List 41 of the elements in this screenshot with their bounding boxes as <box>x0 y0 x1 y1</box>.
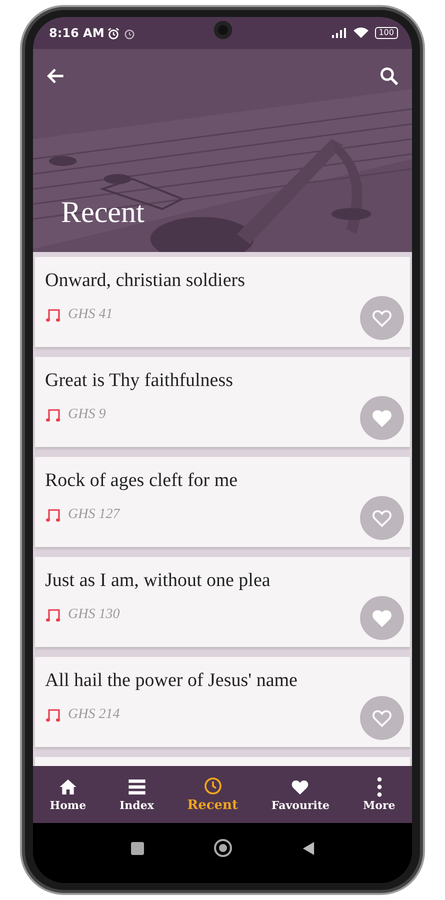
nav-tab[interactable]: Index <box>115 777 158 812</box>
hymn-number: GHS 130 <box>68 607 120 623</box>
music-note-icon <box>45 707 61 723</box>
music-note-icon <box>45 407 61 423</box>
page-title: Recent <box>60 196 146 231</box>
home-icon <box>58 777 78 797</box>
list-icon <box>126 777 147 797</box>
recent-apps-button[interactable] <box>130 842 144 854</box>
status-time: 8:16 AM <box>49 26 104 40</box>
hymn-number: GHS 214 <box>68 707 120 723</box>
hymn-card[interactable]: Great is Thy faithfulness GHS 9 <box>35 357 410 447</box>
more-dots-icon <box>376 777 382 797</box>
hymn-number: GHS 127 <box>68 507 120 523</box>
alarm-clock-icon <box>123 26 136 40</box>
wifi-icon <box>352 27 369 39</box>
nav-tab[interactable]: Home <box>46 777 90 812</box>
camera-hole <box>214 21 232 39</box>
battery-icon: 100 <box>374 27 398 39</box>
home-button[interactable] <box>214 839 232 857</box>
hymn-card[interactable]: Just as I am, without one plea GHS 130 <box>35 557 410 647</box>
hymn-card[interactable]: All hail the power of Jesus' name GHS 214 <box>35 657 410 747</box>
nav-tab[interactable]: More <box>358 777 400 812</box>
hymn-number: GHS 41 <box>68 307 113 323</box>
hymn-card[interactable]: Onward, christian soldiers GHS 41 <box>35 257 410 347</box>
hymn-title: All hail the power of Jesus' name <box>45 670 298 692</box>
back-button[interactable] <box>302 840 314 856</box>
search-icon[interactable] <box>378 65 400 87</box>
signal-icon <box>330 27 347 39</box>
alarm-clock-icon <box>107 26 120 40</box>
clock-icon <box>202 776 223 796</box>
music-note-icon <box>45 507 61 523</box>
nav-tab[interactable]: Recent <box>183 776 242 813</box>
hymn-title: Rock of ages cleft for me <box>45 470 238 492</box>
hymn-title: Onward, christian soldiers <box>45 270 245 292</box>
hymn-title: Just as I am, without one plea <box>45 570 270 592</box>
music-note-icon <box>45 307 61 323</box>
nav-tab[interactable]: Favourite <box>267 777 334 812</box>
music-note-icon <box>45 607 61 623</box>
hymn-title: Great is Thy faithfulness <box>45 370 234 392</box>
hymn-number: GHS 9 <box>68 407 106 423</box>
hymn-card[interactable]: Rock of ages cleft for me GHS 127 <box>35 457 410 547</box>
